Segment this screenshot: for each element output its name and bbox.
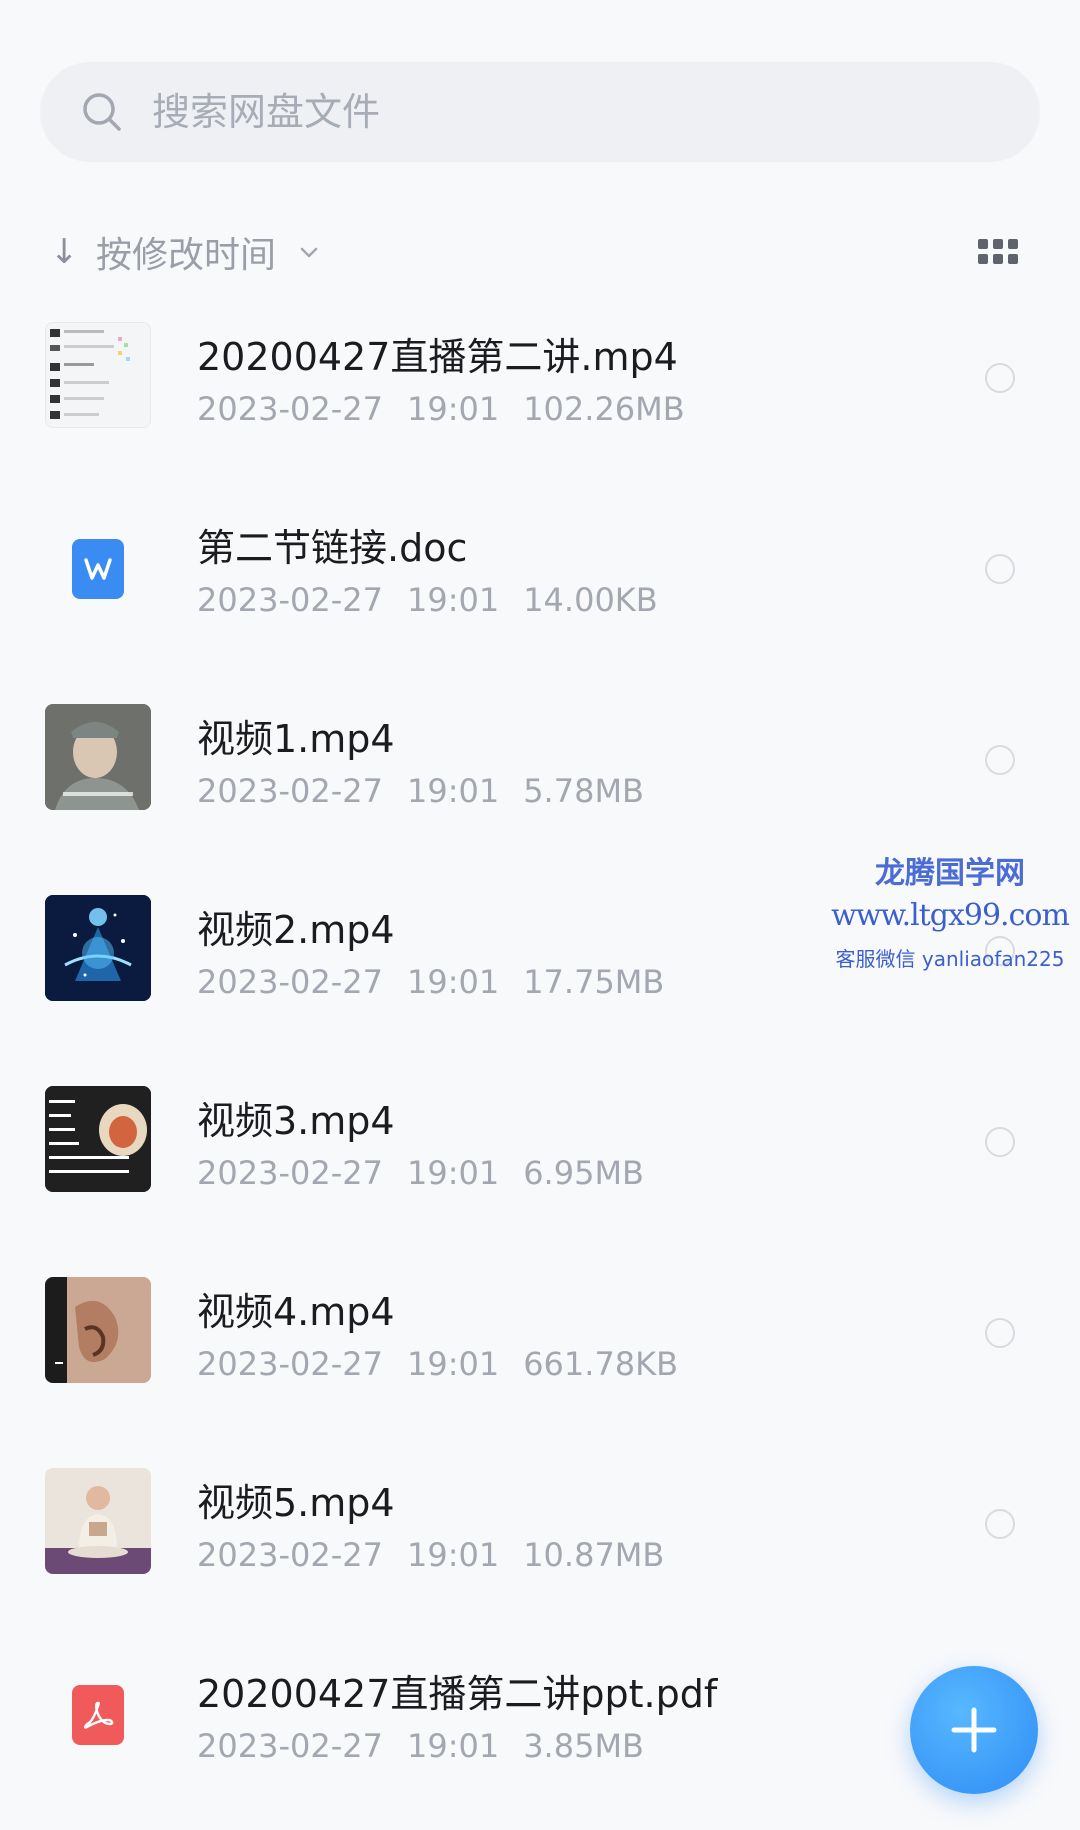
file-name: 视频2.mp4	[197, 908, 395, 952]
file-time: 19:01	[406, 1727, 500, 1765]
plus-icon	[951, 1707, 997, 1753]
file-meta: 2023-02-27 19:01 661.78KB	[197, 1345, 678, 1383]
file-time: 19:01	[406, 1154, 500, 1192]
select-radio[interactable]	[985, 1127, 1015, 1157]
file-date: 2023-02-27	[197, 963, 383, 1001]
file-size: 14.00KB	[523, 581, 658, 619]
watermark-contact: 客服微信 yanliaofan225	[835, 947, 1065, 971]
file-thumbnail	[45, 322, 151, 428]
sort-dropdown[interactable]: ↓ 按修改时间	[50, 226, 320, 278]
file-date: 2023-02-27	[197, 581, 383, 619]
watermark-title: 龙腾国学网	[875, 856, 1025, 891]
file-list-page: ↓ 按修改时间	[0, 0, 1080, 1830]
file-date: 2023-02-27	[197, 1154, 383, 1192]
file-meta: 2023-02-27 19:01 14.00KB	[197, 581, 658, 619]
file-row[interactable]: 视频1.mp4 2023-02-27 19:01 5.78MB	[0, 682, 1080, 873]
select-radio[interactable]	[985, 745, 1015, 775]
file-date: 2023-02-27	[197, 390, 383, 428]
watermark: 龙腾国学网 www.ltgx99.com 客服微信 yanliaofan225	[820, 848, 1080, 972]
file-size: 5.78MB	[523, 772, 644, 810]
file-meta: 2023-02-27 19:01 102.26MB	[197, 390, 685, 428]
watermark-url: www.ltgx99.com	[831, 898, 1070, 933]
video-thumbnail	[45, 895, 151, 1001]
file-row[interactable]: 20200427直播第二讲.mp4 2023-02-27 19:01 102.26M…	[0, 300, 1080, 491]
search-bar[interactable]	[40, 62, 1040, 162]
chevron-down-icon	[300, 247, 318, 258]
file-date: 2023-02-27	[197, 1536, 383, 1574]
select-radio[interactable]	[985, 363, 1015, 393]
file-name: 20200427直播第二讲.mp4	[197, 335, 678, 379]
file-meta: 2023-02-27 19:01 3.85MB	[197, 1727, 644, 1765]
file-time: 19:01	[406, 1536, 500, 1574]
file-time: 19:01	[406, 581, 500, 619]
file-list: 20200427直播第二讲.mp4 2023-02-27 19:01 102.26M…	[0, 300, 1080, 1828]
file-row[interactable]: 视频5.mp4 2023-02-27 19:01 10.87MB	[0, 1446, 1080, 1637]
grid-view-icon[interactable]	[978, 239, 1018, 265]
file-row[interactable]: 第二节链接.doc 2023-02-27 19:01 14.00KB	[0, 491, 1080, 682]
select-radio[interactable]	[985, 1318, 1015, 1348]
search-input[interactable]	[152, 90, 952, 134]
video-thumbnail	[45, 1277, 151, 1383]
file-time: 19:01	[406, 390, 500, 428]
video-thumbnail	[45, 1468, 151, 1574]
word-icon	[72, 539, 124, 599]
add-button[interactable]	[910, 1666, 1038, 1794]
file-meta: 2023-02-27 19:01 6.95MB	[197, 1154, 644, 1192]
file-name: 20200427直播第二讲ppt.pdf	[197, 1672, 718, 1716]
select-radio[interactable]	[985, 1509, 1015, 1539]
sort-bar: ↓ 按修改时间	[50, 224, 1030, 280]
file-row[interactable]: 视频3.mp4 2023-02-27 19:01 6.95MB	[0, 1064, 1080, 1255]
file-row[interactable]: 视频4.mp4 2023-02-27 19:01 661.78KB	[0, 1255, 1080, 1446]
file-meta: 2023-02-27 19:01 17.75MB	[197, 963, 664, 1001]
video-thumbnail	[45, 1086, 151, 1192]
select-radio[interactable]	[985, 554, 1015, 584]
file-date: 2023-02-27	[197, 1345, 383, 1383]
sort-direction-icon: ↓	[50, 232, 79, 272]
file-meta: 2023-02-27 19:01 5.78MB	[197, 772, 644, 810]
file-size: 3.85MB	[523, 1727, 644, 1765]
file-name: 视频4.mp4	[197, 1290, 395, 1334]
file-name: 视频3.mp4	[197, 1099, 395, 1143]
file-name: 视频5.mp4	[197, 1481, 395, 1525]
search-icon	[83, 93, 121, 131]
file-date: 2023-02-27	[197, 772, 383, 810]
file-size: 17.75MB	[523, 963, 665, 1001]
sort-label: 按修改时间	[96, 235, 277, 276]
pdf-icon	[72, 1685, 124, 1745]
file-size: 661.78KB	[523, 1345, 679, 1383]
file-size: 10.87MB	[523, 1536, 665, 1574]
file-date: 2023-02-27	[197, 1727, 383, 1765]
file-name: 视频1.mp4	[197, 717, 395, 761]
file-size: 6.95MB	[523, 1154, 644, 1192]
video-thumbnail	[45, 704, 151, 810]
file-name: 第二节链接.doc	[197, 526, 468, 570]
file-time: 19:01	[406, 772, 500, 810]
file-size: 102.26MB	[523, 390, 685, 428]
file-time: 19:01	[406, 1345, 500, 1383]
file-time: 19:01	[406, 963, 500, 1001]
file-meta: 2023-02-27 19:01 10.87MB	[197, 1536, 664, 1574]
